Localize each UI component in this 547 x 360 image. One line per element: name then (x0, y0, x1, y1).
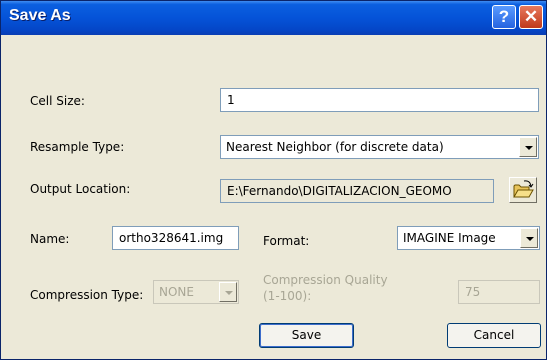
browse-button[interactable] (509, 177, 537, 203)
cancel-button[interactable]: Cancel (447, 323, 541, 348)
cell-size-input[interactable]: 1 (220, 88, 539, 112)
dialog-title: Save As (9, 7, 71, 24)
cell-size-label: Cell Size: (30, 94, 85, 108)
format-value: IMAGINE Image (403, 231, 496, 245)
open-folder-icon (513, 180, 534, 198)
save-as-dialog: Save As ? ✕ Cell Size: 1 Resample Type: … (0, 0, 547, 360)
format-label: Format: (263, 234, 310, 248)
compression-quality-label-line1: Compression Quality (263, 273, 388, 287)
output-location-label: Output Location: (30, 182, 131, 196)
close-button[interactable]: ✕ (519, 5, 543, 29)
name-label: Name: (30, 232, 70, 246)
chevron-down-icon[interactable] (519, 137, 537, 157)
name-input[interactable]: ortho328641.img (112, 226, 239, 250)
resample-type-dropdown[interactable]: Nearest Neighbor (for discrete data) (220, 135, 539, 159)
compression-type-label: Compression Type: (30, 288, 144, 302)
resample-type-value: Nearest Neighbor (for discrete data) (226, 140, 444, 154)
compression-type-value: NONE (159, 285, 194, 299)
compression-quality-input[interactable]: 75 (458, 280, 540, 304)
compression-quality-label-line2: (1-100): (263, 289, 312, 303)
format-dropdown[interactable]: IMAGINE Image (397, 226, 540, 250)
resample-type-label: Resample Type: (30, 140, 125, 154)
help-button[interactable]: ? (492, 5, 516, 29)
title-bar[interactable]: Save As ? ✕ (1, 1, 546, 35)
chevron-down-icon[interactable] (520, 228, 538, 248)
save-button[interactable]: Save (259, 323, 354, 348)
compression-type-dropdown[interactable]: NONE (153, 280, 239, 304)
output-location-field[interactable]: E:\Fernando\DIGITALIZACION_GEOMO (220, 179, 494, 203)
chevron-down-icon (219, 282, 237, 302)
